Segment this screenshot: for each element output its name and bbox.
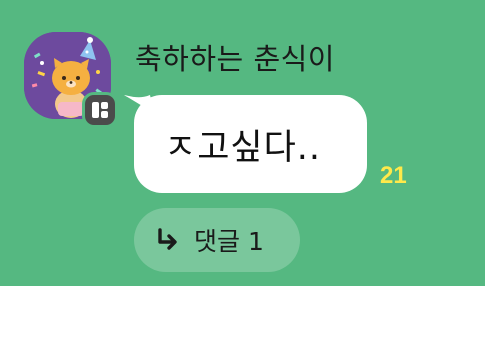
app-badge xyxy=(82,92,118,128)
sender-name: 축하하는 춘식이 xyxy=(135,42,335,76)
reply-button[interactable]: 댓글 1 xyxy=(134,208,300,272)
unread-count: 21 xyxy=(380,162,407,189)
chat-area: 축하하는 춘식이 ㅈ고싶다.. 21 댓글 1 xyxy=(0,0,485,286)
app-badge-icon xyxy=(92,102,108,118)
message-bubble[interactable]: ㅈ고싶다.. xyxy=(134,95,367,193)
reply-arrow-icon xyxy=(158,228,177,250)
reply-label: 댓글 1 xyxy=(194,227,264,256)
message-text: ㅈ고싶다.. xyxy=(164,127,322,168)
